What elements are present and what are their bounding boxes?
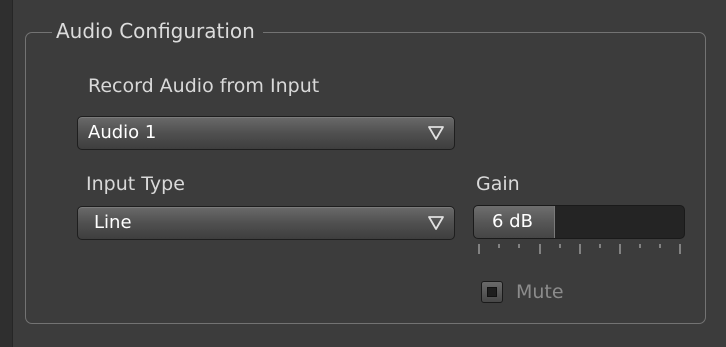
input-type-dropdown[interactable]: Line <box>77 206 455 240</box>
group-title: Audio Configuration <box>52 18 263 44</box>
mute-checkbox-indicator <box>487 287 497 297</box>
gain-slider[interactable]: 6 dB <box>473 205 685 239</box>
gain-tick-marks <box>478 244 681 254</box>
record-audio-input-value: Audio 1 <box>88 122 157 143</box>
record-audio-input-dropdown[interactable]: Audio 1 <box>77 116 455 150</box>
input-type-label: Input Type <box>86 173 185 195</box>
record-audio-label: Record Audio from Input <box>88 75 320 97</box>
gain-label: Gain <box>476 173 520 195</box>
mute-label: Mute <box>516 281 564 303</box>
left-panel-edge <box>0 0 13 347</box>
input-type-value: Line <box>94 212 132 233</box>
chevron-down-icon <box>428 126 444 140</box>
mute-checkbox[interactable] <box>481 281 503 303</box>
chevron-down-icon <box>428 216 444 230</box>
gain-value: 6 dB <box>492 211 533 232</box>
